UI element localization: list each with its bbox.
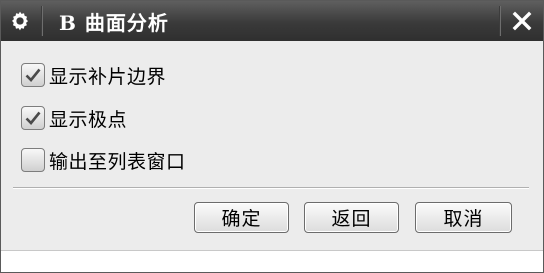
show-poles-checkbox[interactable] — [21, 106, 45, 130]
title-bar[interactable]: B 曲面分析 — [1, 1, 543, 41]
back-button[interactable]: 返回 — [304, 202, 399, 233]
surface-analysis-dialog: B 曲面分析 显示补片边界 显示极点 输出至列表窗口 确定 返回 取消 — [0, 0, 544, 273]
title-separator — [41, 6, 43, 36]
option-label: 显示极点 — [49, 108, 128, 131]
ok-button[interactable]: 确定 — [194, 202, 289, 233]
show-patch-boundary-checkbox[interactable] — [21, 63, 45, 87]
option-output-to-list-window[interactable]: 输出至列表窗口 — [21, 145, 186, 175]
dialog-bottom-band — [1, 250, 543, 272]
output-to-list-window-checkbox[interactable] — [21, 148, 45, 172]
gear-icon[interactable] — [5, 6, 35, 36]
divider — [13, 187, 529, 189]
option-label: 输出至列表窗口 — [49, 150, 186, 173]
cancel-button[interactable]: 取消 — [415, 202, 512, 233]
dialog-title: B 曲面分析 — [59, 10, 169, 35]
close-icon[interactable] — [507, 7, 537, 35]
close-separator — [499, 6, 501, 36]
option-show-patch-boundary[interactable]: 显示补片边界 — [21, 60, 166, 90]
option-show-poles[interactable]: 显示极点 — [21, 103, 127, 133]
option-label: 显示补片边界 — [49, 65, 167, 88]
